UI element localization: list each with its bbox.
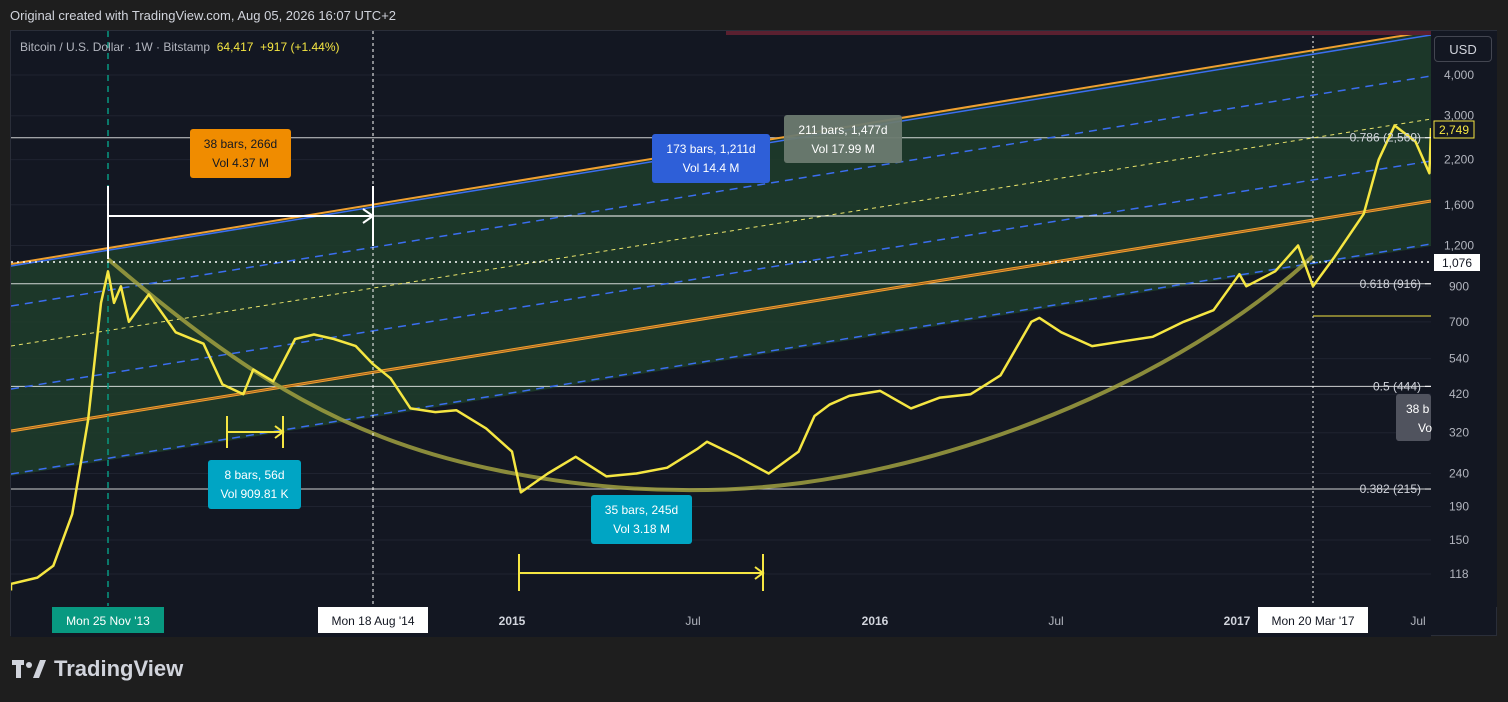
y-tick-label: 1,200 xyxy=(1444,239,1474,253)
measure-label-line2: Vo xyxy=(1418,421,1432,435)
y-tick-label: 320 xyxy=(1449,426,1469,440)
measure-label-line1: 211 bars, 1,477d xyxy=(798,123,887,137)
crosshair-price-label: 1,076 xyxy=(1442,256,1472,270)
measure-label-line2: Vol 3.18 M xyxy=(613,522,670,536)
fib-level-label: 0.5 (444) xyxy=(1373,379,1421,393)
watermark-credit: Original created with TradingView.com, A… xyxy=(10,8,397,23)
current-price-label: 2,749 xyxy=(1439,123,1469,137)
footer-brand: TradingView xyxy=(12,656,183,682)
x-tick-label: Mon 25 Nov '13 xyxy=(66,614,150,628)
measure-label-line1: 173 bars, 1,211d xyxy=(666,142,755,156)
measure-label-line2: Vol 17.99 M xyxy=(811,142,874,156)
footer-brand-text: TradingView xyxy=(54,656,184,681)
x-tick-label: 2017 xyxy=(1224,614,1251,628)
y-tick-label: 118 xyxy=(1449,567,1468,581)
x-tick-label: 2016 xyxy=(862,614,889,628)
symbol-change: +917 (+1.44%) xyxy=(260,40,340,54)
x-tick-label: Mon 18 Aug '14 xyxy=(331,614,414,628)
channel-fill xyxy=(11,31,1431,476)
measure-label-line1: 8 bars, 56d xyxy=(224,468,284,482)
y-tick-label: 540 xyxy=(1449,352,1469,366)
x-tick-label: 2015 xyxy=(499,614,526,628)
y-tick-label: 1,600 xyxy=(1444,198,1474,212)
x-tick-label: Jul xyxy=(1048,614,1063,628)
fib-level-label: 0.382 (215) xyxy=(1360,482,1421,496)
symbol-name: Bitcoin / U.S. Dollar · 1W · Bitstamp xyxy=(20,40,211,54)
top-band xyxy=(726,31,1431,35)
x-tick-label: Mon 20 Mar '17 xyxy=(1272,614,1355,628)
measure-label-line2: Vol 14.4 M xyxy=(683,161,740,175)
measure-label-line1: 38 b xyxy=(1406,402,1430,416)
time-axis-bg xyxy=(11,606,1431,637)
y-tick-label: 190 xyxy=(1449,500,1469,514)
y-tick-label: 900 xyxy=(1449,279,1469,293)
measure-label-line1: 35 bars, 245d xyxy=(605,503,678,517)
currency-button[interactable]: USD xyxy=(1434,36,1492,62)
chart-area[interactable]: 118 150 190 240 320 420 540 700 900 1,200 1,600 2,2… xyxy=(10,30,1497,637)
measure-label-line2: Vol 909.81 K xyxy=(220,487,288,501)
x-tick-label: Jul xyxy=(685,614,700,628)
measure-label-line2: Vol 4.37 M xyxy=(212,156,269,170)
fib-level-label: 0.618 (916) xyxy=(1360,277,1421,291)
y-tick-label: 2,200 xyxy=(1444,153,1474,167)
measure-label-line1: 38 bars, 266d xyxy=(204,137,277,151)
symbol-price: 64,417 xyxy=(216,40,254,54)
y-tick-label: 420 xyxy=(1449,387,1469,401)
y-tick-label: 240 xyxy=(1449,466,1469,480)
fib-level-label: 0.786 (2,569) xyxy=(1350,131,1421,145)
y-tick-label: 4,000 xyxy=(1444,68,1474,82)
y-tick-label: 700 xyxy=(1449,315,1469,329)
x-tick-label: Jul xyxy=(1410,614,1425,628)
y-tick-label: 150 xyxy=(1449,533,1469,547)
tradingview-logo-icon xyxy=(12,660,46,678)
measure-arrow-3 xyxy=(518,554,765,591)
symbol-legend: Bitcoin / U.S. Dollar · 1W · Bitstamp 64… xyxy=(20,40,339,54)
